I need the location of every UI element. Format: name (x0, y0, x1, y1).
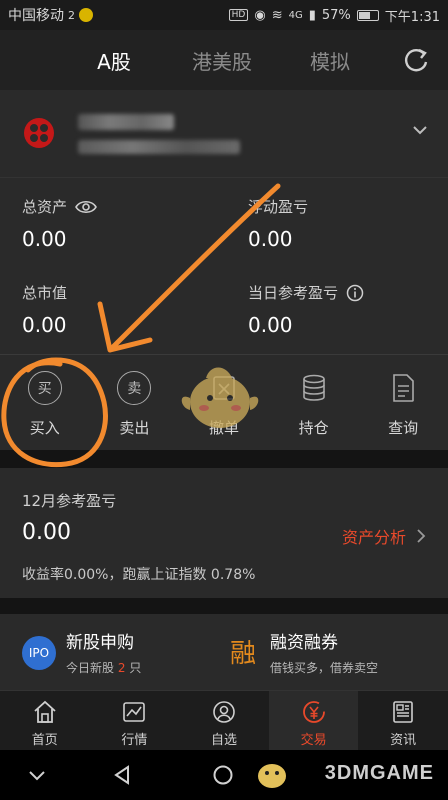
buy-label: 买入 (29, 419, 60, 437)
nav-market[interactable]: 行情 (90, 691, 180, 750)
watermark-text: 3DMGAME (324, 762, 434, 784)
sell-button[interactable]: 卖 卖出 (90, 355, 180, 450)
home-icon (34, 700, 56, 723)
status-bar: 中国移动 2 HD ◉ ≋ 4G ▮ 57% 下午1:31 (0, 0, 448, 30)
asset-summary: 总资产 0.00 浮动盈亏 0.00 总市值 0.00 当日参考盈亏 0.00 (0, 178, 448, 354)
market-chart-icon (123, 702, 146, 722)
nav-trade[interactable]: 交易 (268, 691, 359, 750)
refresh-icon[interactable] (402, 46, 430, 74)
ipo-count: 2 (117, 661, 126, 675)
collapse-chevron-icon[interactable] (26, 764, 48, 786)
nav-watchlist-label: 自选 (210, 733, 237, 748)
holdings-label: 持仓 (298, 419, 329, 437)
market-tabs: A股 港美股 模拟 (0, 30, 448, 90)
margin-subtitle: 借钱买多，借券卖空 (270, 661, 379, 675)
sell-label: 卖出 (119, 419, 150, 437)
holdings-icon (302, 374, 325, 401)
buy-icon: 买 (27, 371, 62, 405)
chevron-right-icon (417, 529, 426, 543)
system-nav-bar: 3DMGAME (0, 750, 448, 800)
daily-pnl: 当日参考盈亏 0.00 (248, 282, 364, 337)
return-summary: 收益率0.00%，跑赢上证指数 0.78% (22, 567, 256, 583)
battery-icon (356, 9, 379, 21)
chevron-down-icon[interactable] (412, 122, 428, 138)
daily-pnl-label: 当日参考盈亏 (248, 284, 339, 302)
news-icon (393, 701, 413, 723)
float-pnl-label: 浮动盈亏 (248, 198, 309, 216)
notification-icon (79, 8, 93, 22)
nav-home[interactable]: 首页 (0, 691, 90, 750)
mascot-watermark-icon (181, 367, 259, 428)
query-icon (393, 374, 414, 402)
battery-percent: 57% (321, 7, 351, 23)
signal-label: 4G (288, 9, 303, 21)
account-number-redacted (78, 140, 240, 154)
watchlist-icon (213, 701, 235, 723)
ipo-subscription-entry[interactable]: IPO 新股申购 今日新股 2 只 (22, 628, 141, 676)
margin-icon: 融 (229, 638, 256, 669)
total-assets-label: 总资产 (22, 198, 68, 216)
account-name-redacted (78, 114, 174, 130)
clock: 下午1:31 (384, 9, 440, 25)
monthly-pnl-title: 12月参考盈亏 (22, 492, 117, 510)
home-circle-icon[interactable] (212, 764, 234, 786)
float-pnl: 浮动盈亏 0.00 (248, 196, 308, 251)
total-assets-value: 0.00 (22, 227, 67, 251)
ipo-sub-suffix: 只 (129, 661, 142, 675)
monthly-pnl-card: 12月参考盈亏 0.00 资产分析 收益率0.00%，跑赢上证指数 0.78% (0, 468, 448, 598)
trade-yen-icon (302, 701, 325, 723)
watermark-mascot-icon (258, 764, 286, 788)
bottom-nav: 首页 行情 自选 交易 资讯 (0, 690, 448, 750)
nav-trade-label: 交易 (300, 733, 327, 748)
signal-icon: ▮ (308, 7, 316, 23)
margin-trading-entry[interactable]: 融 融资融券 借钱买多，借券卖空 (226, 628, 378, 676)
nav-home-label: 首页 (31, 733, 58, 748)
nav-market-label: 行情 (121, 733, 148, 748)
market-value: 总市值 0.00 (22, 282, 67, 337)
wifi-icon: ≋ (271, 7, 283, 23)
carrier-label: 中国移动 (8, 8, 64, 24)
eye-icon: ◉ (254, 7, 266, 23)
nav-news-label: 资讯 (390, 733, 417, 748)
buy-button[interactable]: 买 买入 (0, 355, 90, 450)
info-icon[interactable] (346, 284, 364, 302)
services-row: IPO 新股申购 今日新股 2 只 融 融资融券 借钱买多，借券卖空 (0, 614, 448, 690)
eye-toggle-icon[interactable] (75, 200, 97, 214)
margin-title: 融资融券 (270, 633, 338, 653)
market-value-label: 总市值 (22, 284, 68, 302)
query-label: 查询 (388, 419, 419, 437)
ipo-icon: IPO (22, 636, 56, 670)
holdings-button[interactable]: 持仓 (269, 355, 359, 450)
broker-logo-icon (24, 118, 54, 148)
tab-simulated[interactable]: 模拟 (276, 46, 384, 75)
ipo-title: 新股申购 (66, 633, 134, 653)
back-icon[interactable] (112, 764, 134, 786)
total-assets: 总资产 0.00 (22, 196, 97, 251)
float-pnl-value: 0.00 (248, 227, 293, 251)
tab-a-shares[interactable]: A股 (60, 46, 168, 75)
asset-analysis-link[interactable]: 资产分析 (342, 524, 426, 548)
account-selector[interactable] (0, 90, 448, 178)
monthly-pnl-value: 0.00 (22, 520, 71, 545)
asset-analysis-label: 资产分析 (341, 528, 406, 547)
sell-icon: 卖 (117, 371, 152, 405)
daily-pnl-value: 0.00 (248, 313, 293, 337)
query-button[interactable]: 查询 (358, 355, 448, 450)
tab-hk-us-stocks[interactable]: 港美股 (168, 46, 276, 75)
hd-icon: HD (228, 9, 249, 21)
ipo-sub-prefix: 今日新股 (66, 661, 115, 675)
carrier-suffix: 2 (68, 8, 75, 22)
nav-news[interactable]: 资讯 (358, 691, 448, 750)
market-value-value: 0.00 (22, 313, 67, 337)
nav-watchlist[interactable]: 自选 (179, 691, 269, 750)
